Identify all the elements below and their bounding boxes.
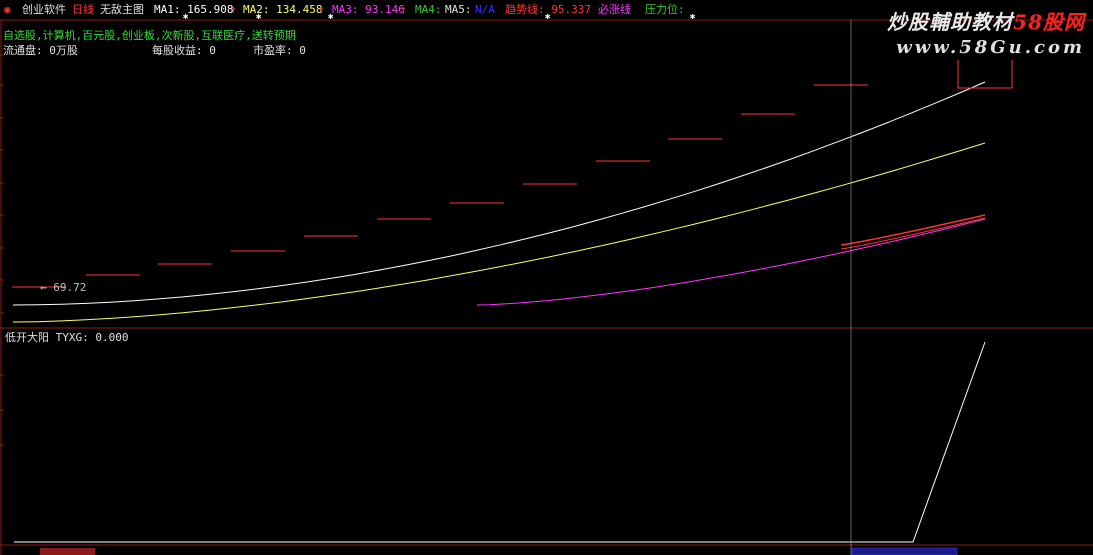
- ma1-line: [12, 81, 986, 306]
- watermark-line2: www.58Gu.com: [896, 37, 1085, 58]
- tyxg-indicator-line: [14, 341, 986, 543]
- ma4-label: MA4:: [415, 3, 442, 16]
- pressure-level-label: 压力位:: [645, 3, 685, 16]
- must-rise-line-label: 必涨线: [598, 3, 631, 16]
- lower-panel-title: 低开大阳 TYXG: 0.000: [5, 331, 129, 344]
- time-axis-start: [40, 548, 95, 555]
- price-steps: [12, 84, 868, 288]
- header-marker-icon: ✱: [690, 12, 696, 22]
- software-name: 创业软件: [22, 3, 66, 16]
- period-label[interactable]: 日线: [72, 4, 94, 16]
- stock-chart-window: { "header": { "software": "创业软件", "perio…: [0, 0, 1093, 555]
- app-logo-icon: ◉: [4, 3, 11, 16]
- eps-value: 每股收益: 0: [152, 44, 216, 57]
- trend-line-shadow: [840, 217, 986, 250]
- header-marker-icon: ✱: [183, 12, 189, 22]
- time-axis-crosshair-date[interactable]: [851, 547, 958, 555]
- low-price-marker: ← 69.72: [40, 281, 87, 294]
- concept-tags: 自选股,计算机,百元股,创业板,次新股,互联医疗,送转预期: [3, 29, 296, 42]
- ma3-value: MA3: 93.146: [332, 3, 405, 16]
- header-marker-icon: ✱: [256, 12, 262, 22]
- ma2-up-arrow-icon: ↑: [318, 3, 325, 16]
- ma2-value: MA2: 134.458: [243, 3, 323, 16]
- site-watermark: 炒股輔助教材58股网 www.58Gu.com: [887, 6, 1085, 58]
- float-shares: 流通盘: 0万股: [3, 44, 78, 57]
- indicator-name[interactable]: 无敌主图: [100, 4, 144, 16]
- ma5-label: MA5:: [445, 3, 472, 16]
- watermark-line1: 炒股輔助教材58股网: [887, 10, 1085, 34]
- price-chart: [0, 19, 1093, 555]
- ma5-value: N/A: [475, 3, 495, 16]
- pe-ratio: 市盈率: 0: [253, 44, 306, 57]
- ma1-up-arrow-icon: ↑: [230, 3, 237, 16]
- panel-frames: [0, 19, 1093, 555]
- ma1-value: MA1: 165.908: [154, 3, 234, 16]
- ma3-up-arrow-icon: ↑: [400, 3, 407, 16]
- header-marker-icon: ✱: [328, 12, 334, 22]
- pressure-bracket: [957, 60, 1013, 89]
- trend-line: [840, 214, 986, 246]
- header-marker-icon: ✱: [545, 12, 551, 22]
- ma2-line: [12, 142, 986, 323]
